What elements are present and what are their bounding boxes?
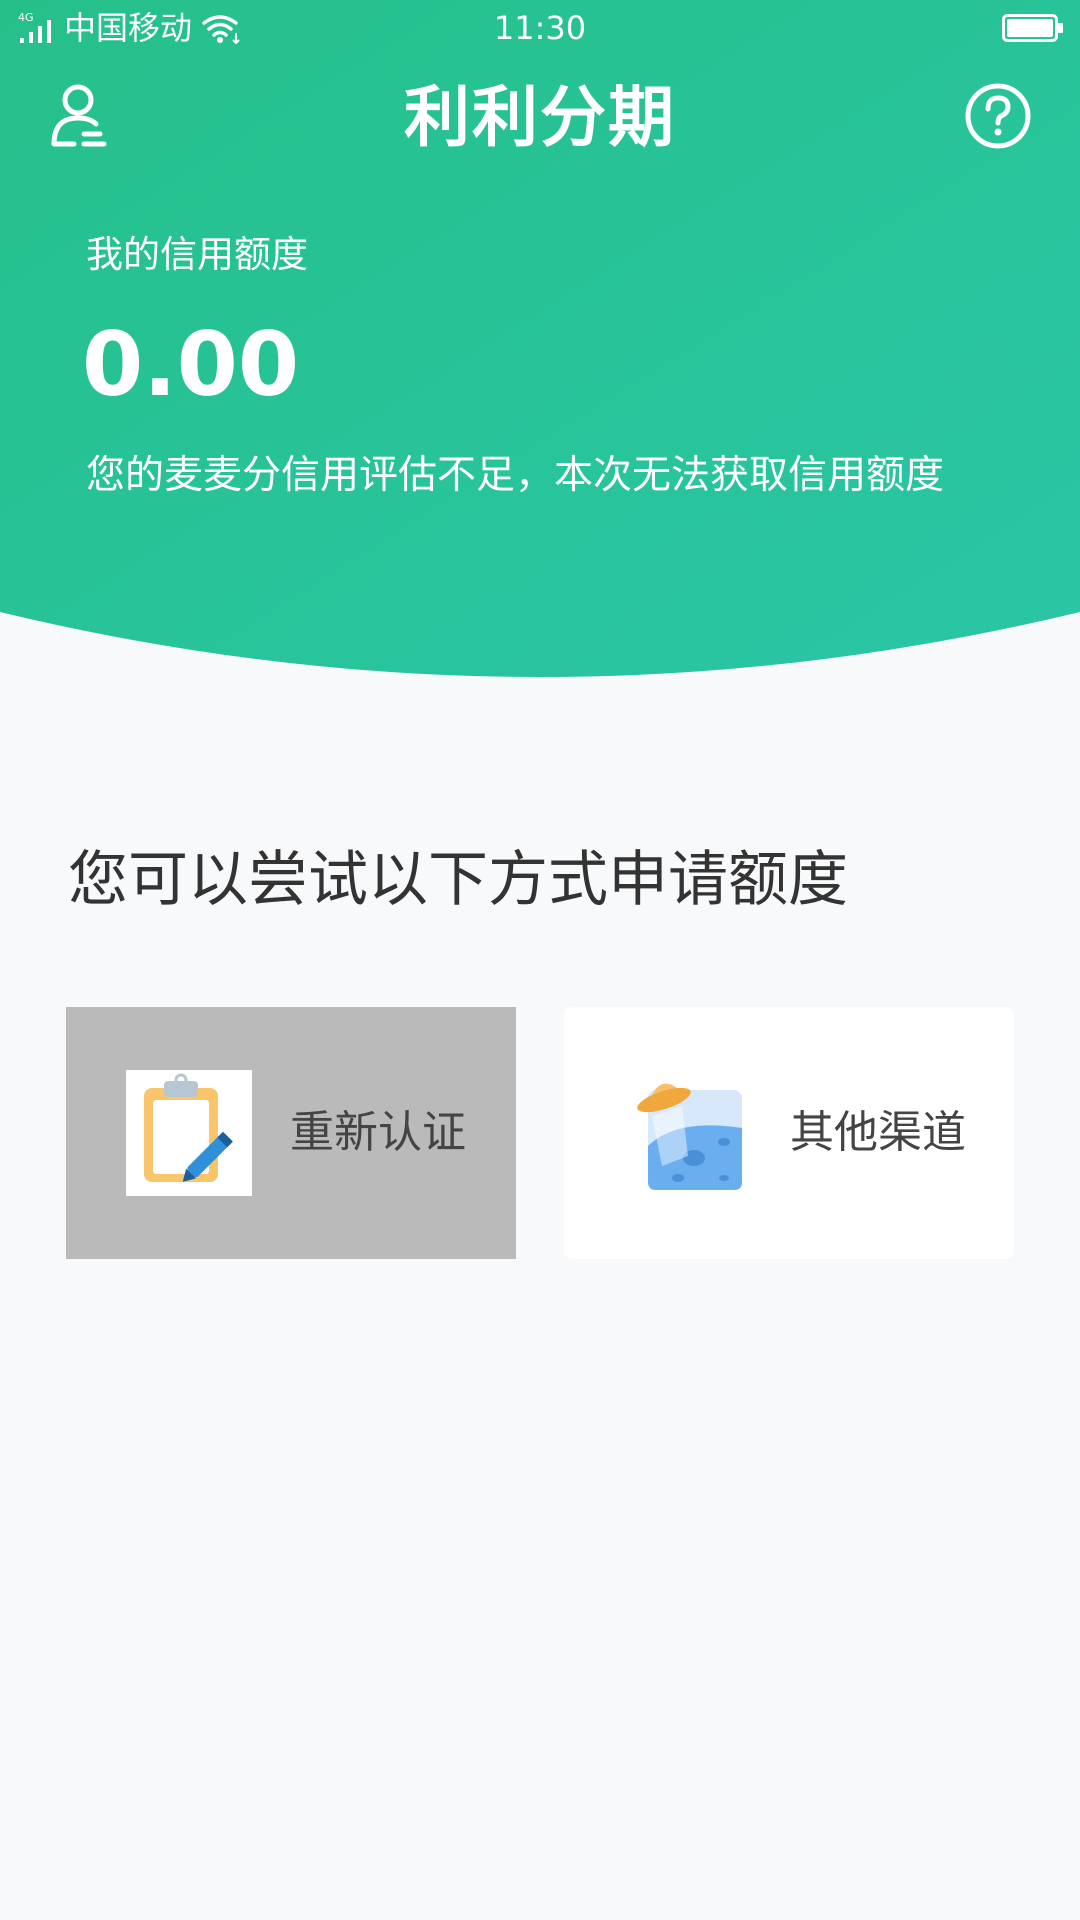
- status-time: 11:30: [493, 9, 587, 47]
- credit-limit-amount: 0.00: [82, 313, 300, 416]
- help-circle-icon: [965, 83, 1031, 149]
- ufo-planet-icon: [626, 1070, 752, 1196]
- status-bar: 4G 中国移动 11:30: [0, 0, 1080, 54]
- clipboard-pen-icon: [126, 1070, 252, 1196]
- reauthenticate-card[interactable]: 重新认证: [66, 1007, 516, 1259]
- header-banner: 4G 中国移动 11:30 利利分期 我的信用额度 0.00 您的麦麦分信用评估…: [0, 0, 1080, 680]
- top-bar: 利利分期: [0, 60, 1080, 175]
- options-section-title: 您可以尝试以下方式申请额度: [68, 845, 848, 915]
- other-channels-label: 其他渠道: [790, 1107, 966, 1158]
- credit-status-note: 您的麦麦分信用评估不足，本次无法获取信用额度: [86, 453, 945, 498]
- help-button[interactable]: [964, 82, 1032, 150]
- battery-icon: [1002, 14, 1063, 42]
- other-channels-card[interactable]: 其他渠道: [564, 1007, 1014, 1259]
- credit-limit-label: 我的信用额度: [86, 233, 308, 276]
- reauthenticate-label: 重新认证: [290, 1107, 466, 1158]
- app-title: 利利分期: [404, 79, 676, 156]
